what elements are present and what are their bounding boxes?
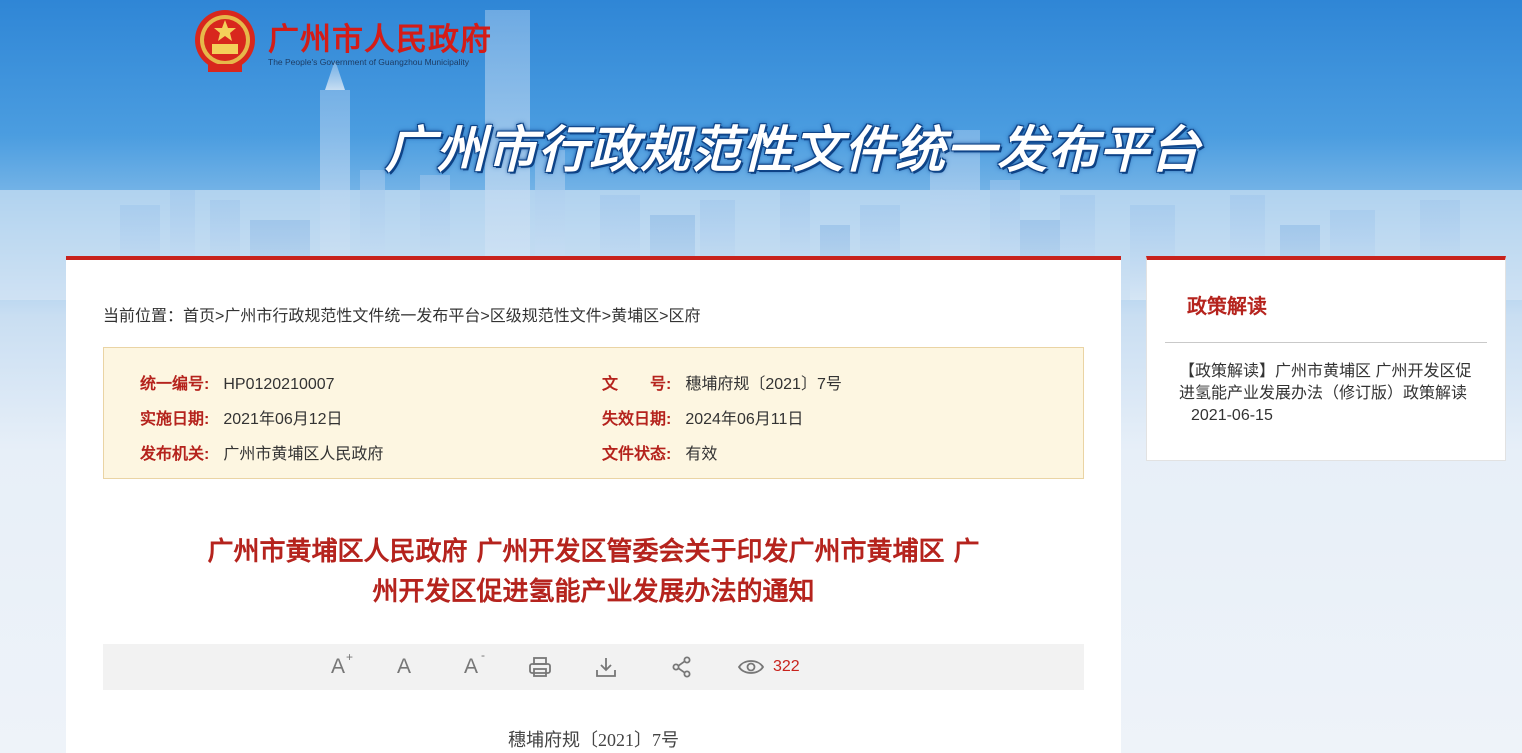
policy-interpretation-text: 【政策解读】广州市黄埔区 广州开发区促进氢能产业发展办法（修订版）政策解读 [1179,363,1472,402]
font-decrease-icon: A- [464,648,486,678]
expire-date-value: 2024年06月11日 [685,411,804,428]
issuer-value: 广州市黄埔区人民政府 [223,446,384,463]
download-icon [596,658,616,677]
view-count-value: 322 [773,658,800,675]
unified-number-row: 统一编号: HP0120210007 [140,370,335,394]
issuer-label: 发布机关: [140,446,210,463]
main-content-card: 当前位置：首页>广州市行政规范性文件统一发布平台>区级规范性文件>黄埔区>区府 … [66,256,1121,753]
status-value: 有效 [685,446,718,463]
breadcrumb-huangpu[interactable]: 黄埔区 [611,308,659,325]
font-decrease-button[interactable]: A- [464,648,486,679]
document-title-line2: 州开发区促进氢能产业发展办法的通知 [372,577,815,607]
share-button[interactable] [671,655,693,679]
download-button[interactable] [594,655,618,679]
issuer-row: 发布机关: 广州市黄埔区人民政府 [140,440,383,464]
effective-date-label: 实施日期: [140,411,210,428]
effective-date-value: 2021年06月12日 [223,411,343,428]
article-toolbar: A + A A- 322 [103,644,1084,690]
font-increase-button[interactable]: A + [331,650,354,679]
breadcrumb: 当前位置：首页>广州市行政规范性文件统一发布平台>区级规范性文件>黄埔区>区府 [103,302,700,326]
print-button[interactable] [528,655,552,679]
font-increase-icon: A + [331,650,354,678]
breadcrumb-district-gov[interactable]: 区府 [668,308,700,325]
policy-interpretation-date: 2021-06-15 [1191,407,1273,424]
breadcrumb-separator: > [601,308,612,325]
gov-name-en: The People's Government of Guangzhou Mun… [268,57,470,67]
unified-number-value: HP0120210007 [223,376,335,393]
effective-date-row: 实施日期: 2021年06月12日 [140,405,343,429]
print-icon [529,657,551,677]
policy-interpretation-panel: 政策解读 【政策解读】广州市黄埔区 广州开发区促进氢能产业发展办法（修订版）政策… [1146,256,1506,461]
breadcrumb-prefix: 当前位置： [103,308,184,325]
doc-number-label: 文 号: [602,376,672,393]
national-emblem-icon [195,10,255,72]
breadcrumb-platform[interactable]: 广州市行政规范性文件统一发布平台 [224,308,480,325]
gov-name: 广州市人民政府 [268,22,492,58]
eye-icon [737,660,765,674]
breadcrumb-district-docs[interactable]: 区级规范性文件 [490,308,602,325]
expire-date-label: 失效日期: [602,411,672,428]
status-label: 文件状态: [602,446,672,463]
share-icon [672,656,691,678]
breadcrumb-separator: > [480,308,490,325]
document-title-line1: 广州市黄埔区人民政府 广州开发区管委会关于印发广州市黄埔区 广 [207,537,980,567]
view-count: 322 [737,655,800,679]
document-info-box: 统一编号: HP0120210007 文 号: 穗埔府规〔2021〕7号 实施日期:… [103,347,1084,479]
document-title: 广州市黄埔区人民政府 广州开发区管委会关于印发广州市黄埔区 广 州开发区促进氢能… [126,532,1061,612]
font-default-icon: A [397,655,412,678]
unified-number-label: 统一编号: [140,376,210,393]
doc-number-value: 穗埔府规〔2021〕7号 [685,376,842,393]
policy-interpretation-link[interactable]: 【政策解读】广州市黄埔区 广州开发区促进氢能产业发展办法（修订版）政策解读 202… [1179,361,1479,427]
status-row: 文件状态: 有效 [602,440,717,464]
breadcrumb-home[interactable]: 首页 [183,308,215,325]
policy-interpretation-title: 政策解读 [1187,294,1267,318]
divider [1165,342,1487,343]
document-number: 穗埔府规〔2021〕7号 [508,730,679,750]
expire-date-row: 失效日期: 2024年06月11日 [602,405,803,429]
font-default-button[interactable]: A [397,655,411,679]
platform-title: 广州市行政规范性文件统一发布平台 [385,121,1201,179]
doc-number-row: 文 号: 穗埔府规〔2021〕7号 [602,370,842,394]
breadcrumb-separator: > [215,308,225,325]
